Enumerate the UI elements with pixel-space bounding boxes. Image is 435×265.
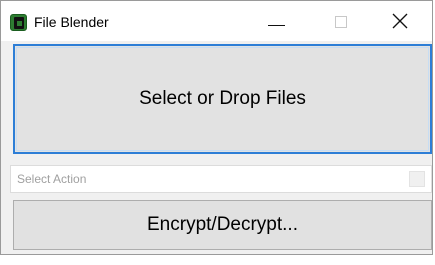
select-action-dropdown[interactable]: Select Action [10, 165, 432, 193]
minimize-icon [268, 25, 285, 26]
select-or-drop-files-button[interactable]: Select or Drop Files [13, 44, 432, 154]
window-title: File Blender [34, 14, 109, 30]
minimize-button[interactable] [254, 1, 299, 41]
maximize-icon [335, 16, 347, 28]
app-icon-glyph [14, 17, 24, 29]
select-action-placeholder: Select Action [17, 172, 87, 186]
app-icon [10, 14, 27, 31]
encrypt-decrypt-label: Encrypt/Decrypt... [147, 214, 298, 235]
close-button[interactable] [377, 1, 422, 41]
maximize-button[interactable] [319, 1, 364, 41]
dropdown-arrow-icon[interactable] [409, 171, 425, 187]
title-bar[interactable]: File Blender [1, 1, 432, 41]
close-icon [392, 13, 408, 29]
app-window: File Blender Select or Drop Files Select… [0, 0, 433, 255]
encrypt-decrypt-button[interactable]: Encrypt/Decrypt... [13, 200, 432, 250]
drop-area-label: Select or Drop Files [139, 88, 306, 109]
